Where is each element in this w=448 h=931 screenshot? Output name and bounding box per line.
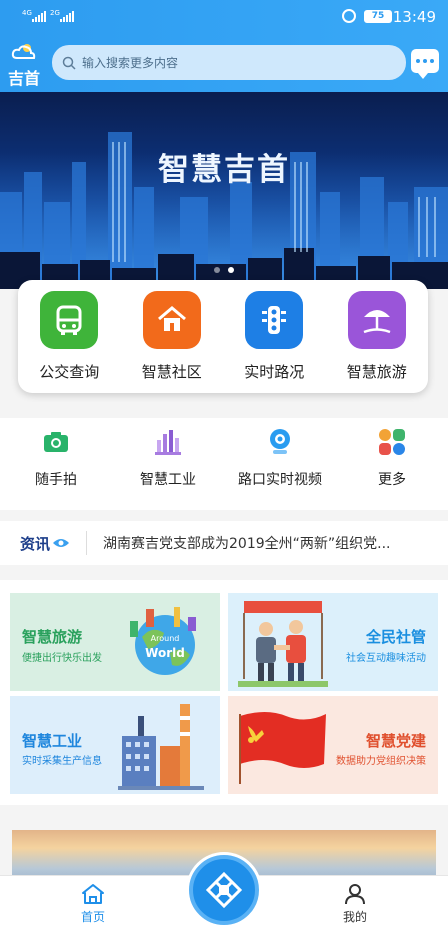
carousel-dot-active[interactable] bbox=[228, 267, 234, 273]
signal-2-icon bbox=[60, 11, 74, 22]
camera-icon bbox=[44, 432, 68, 452]
menu-item-more[interactable]: 更多 bbox=[336, 418, 448, 510]
menu-item-snapshot[interactable]: 随手拍 bbox=[0, 418, 112, 510]
app-screen: 4G 2G 75 13:49 吉首 输入搜索更多内容 智慧吉首 公交查询 智慧社… bbox=[0, 0, 448, 931]
signal-1-label: 4G bbox=[22, 9, 32, 17]
carousel-dot[interactable] bbox=[214, 267, 220, 273]
tile-subtitle: 实时采集生产信息 bbox=[22, 756, 102, 767]
secondary-menu: 随手拍 智慧工业 路口实时视频 更多 bbox=[0, 418, 448, 510]
news-tag-label: 资讯 bbox=[20, 534, 51, 553]
news-headline[interactable]: 湖南赛吉党支部成为2019全州“两新”组织党... bbox=[103, 533, 390, 553]
tile-title: 智慧党建 bbox=[365, 732, 426, 750]
city-logo-icon bbox=[205, 871, 243, 909]
quick-item-label: 智慧社区 bbox=[141, 363, 202, 381]
svg-text:Around: Around bbox=[151, 634, 180, 643]
tile-title: 全民社管 bbox=[365, 628, 426, 646]
city-name: 吉首 bbox=[7, 69, 40, 88]
message-icon[interactable] bbox=[411, 49, 439, 79]
tile-subtitle: 数据助力党组织决策 bbox=[336, 756, 426, 767]
quick-item-label: 实时路况 bbox=[244, 363, 305, 381]
banner-title: 智慧吉首 bbox=[158, 152, 290, 188]
status-time: 13:49 bbox=[392, 8, 436, 26]
user-tab-icon bbox=[345, 884, 365, 905]
alarm-icon bbox=[342, 9, 356, 23]
beach-umbrella-icon bbox=[347, 291, 406, 349]
quick-menu-card: 公交查询 智慧社区 实时路况 智慧旅游 bbox=[18, 280, 428, 393]
eye-icon bbox=[53, 539, 70, 547]
tab-home[interactable]: 首页 bbox=[63, 883, 123, 925]
search-placeholder: 输入搜索更多内容 bbox=[82, 56, 179, 70]
battery-icon: 75 bbox=[364, 10, 392, 23]
traffic-light-icon bbox=[245, 291, 304, 349]
quick-item-label: 智慧旅游 bbox=[346, 363, 407, 381]
signal-1-icon bbox=[32, 11, 46, 22]
menu-item-label: 随手拍 bbox=[35, 472, 77, 488]
search-input[interactable]: 输入搜索更多内容 bbox=[52, 45, 406, 80]
menu-item-label: 智慧工业 bbox=[140, 472, 196, 488]
carousel-dots[interactable] bbox=[0, 267, 448, 273]
quick-item-bus[interactable]: 公交查询 bbox=[18, 280, 121, 393]
quick-item-label: 公交查询 bbox=[39, 363, 100, 381]
tab-mine[interactable]: 我的 bbox=[325, 883, 385, 925]
tab-mine-label: 我的 bbox=[342, 910, 367, 924]
tile-smart-industry[interactable]: 智慧工业 实时采集生产信息 bbox=[10, 696, 220, 794]
news-tag: 资讯 bbox=[20, 533, 70, 554]
weather-cloud-icon bbox=[11, 44, 36, 59]
bus-icon bbox=[40, 291, 99, 349]
tile-title: 智慧工业 bbox=[22, 732, 83, 750]
webcam-icon bbox=[270, 429, 290, 454]
banner-carousel[interactable]: 智慧吉首 bbox=[0, 92, 448, 289]
menu-item-label: 路口实时视频 bbox=[238, 472, 322, 488]
community-handshake bbox=[238, 601, 328, 687]
signal-2-label: 2G bbox=[50, 9, 60, 17]
home-tab-icon bbox=[82, 884, 104, 904]
tile-community-management[interactable]: 全民社管 社会互动趣味活动 bbox=[228, 593, 438, 691]
city-weather-button[interactable]: 吉首 bbox=[7, 42, 41, 89]
menu-item-industry[interactable]: 智慧工业 bbox=[112, 418, 224, 510]
center-logo-button[interactable] bbox=[189, 855, 259, 925]
top-header: 4G 2G 75 13:49 吉首 输入搜索更多内容 bbox=[0, 0, 448, 92]
quick-item-community[interactable]: 智慧社区 bbox=[121, 280, 224, 393]
factory-icon bbox=[155, 430, 181, 455]
factory-buildings bbox=[118, 704, 204, 790]
city-skyline-image bbox=[0, 132, 448, 289]
svg-text:World: World bbox=[145, 646, 185, 660]
tile-smart-party-building[interactable]: 智慧党建 数据助力党组织决策 bbox=[228, 696, 438, 794]
feature-tiles: 智慧旅游 便捷出行快乐出发 Around World 全民社管 社会互动趣味活动 bbox=[0, 580, 448, 805]
status-bar: 4G 2G 75 13:49 bbox=[0, 0, 448, 34]
menu-item-label: 更多 bbox=[378, 472, 406, 488]
around-the-world-globe: Around World bbox=[130, 607, 196, 675]
tile-subtitle: 社会互动趣味活动 bbox=[346, 653, 426, 664]
tile-subtitle: 便捷出行快乐出发 bbox=[22, 653, 102, 664]
home-icon bbox=[142, 291, 201, 349]
battery-level: 75 bbox=[371, 11, 385, 21]
news-ticker[interactable]: 资讯 湖南赛吉党支部成为2019全州“两新”组织党... bbox=[0, 521, 448, 565]
quick-item-traffic[interactable]: 实时路况 bbox=[223, 280, 326, 393]
tab-home-label: 首页 bbox=[80, 910, 105, 924]
menu-item-intersection-video[interactable]: 路口实时视频 bbox=[224, 418, 336, 510]
news-divider bbox=[86, 531, 88, 555]
tile-smart-tourism[interactable]: 智慧旅游 便捷出行快乐出发 Around World bbox=[10, 593, 220, 691]
search-icon bbox=[62, 56, 76, 70]
quick-item-tourism[interactable]: 智慧旅游 bbox=[326, 280, 429, 393]
party-flag bbox=[239, 712, 326, 784]
grid-more-icon bbox=[379, 429, 405, 455]
tile-title: 智慧旅游 bbox=[22, 628, 83, 646]
